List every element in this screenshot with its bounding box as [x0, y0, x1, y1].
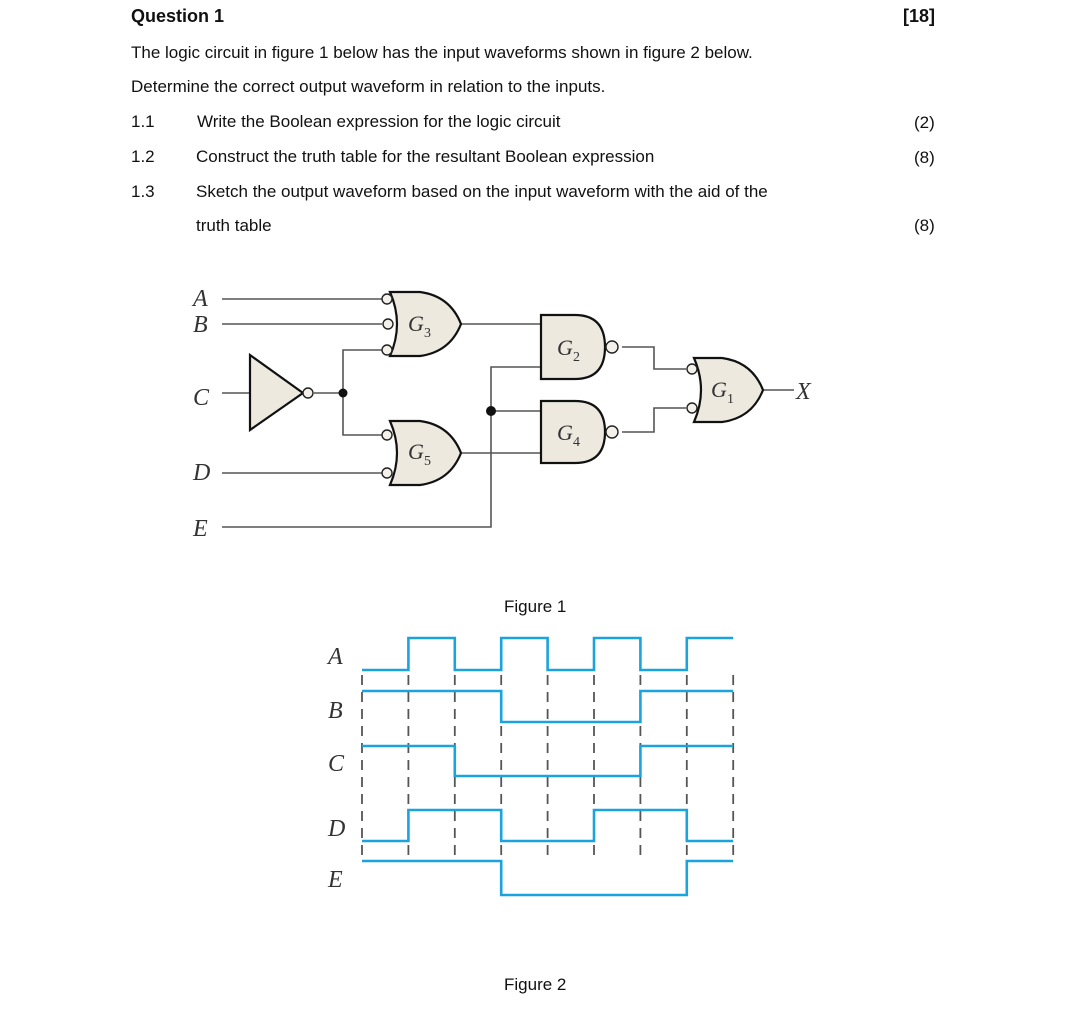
waveform-e — [362, 859, 734, 897]
gate-g1-subscript: 1 — [727, 392, 734, 407]
junction-dot — [486, 406, 496, 416]
input-label-e: E — [192, 516, 208, 542]
input-label-d: D — [192, 460, 210, 486]
waveform-label-b: B — [328, 698, 343, 724]
output-label-x: X — [795, 379, 812, 405]
junction-dot — [338, 388, 348, 398]
input-label-b: B — [193, 312, 208, 338]
gate-g3-subscript: 3 — [424, 326, 431, 341]
logic-circuit-diagram: A B C D E G 3 G 5 G 2 G 4 G 1 X ABCDE — [191, 286, 812, 897]
inversion-bubble — [381, 344, 393, 356]
gate-g2-subscript: 2 — [573, 350, 580, 365]
gate-g4: G 4 — [539, 399, 619, 465]
inversion-bubble — [381, 467, 393, 479]
gate-g2: G 2 — [539, 313, 619, 381]
inversion-bubble — [605, 340, 619, 354]
waveform-label-d: D — [327, 816, 345, 842]
inversion-bubble — [686, 402, 698, 414]
wire-g2-out — [622, 346, 686, 370]
gate-g5-label: G — [408, 439, 424, 464]
gate-g1-label: G — [711, 377, 727, 402]
inversion-bubble — [382, 318, 394, 330]
wire-g4-out — [622, 407, 686, 433]
gate-g4-label: G — [557, 420, 573, 445]
input-label-a: A — [191, 286, 208, 312]
waveform-a — [362, 636, 734, 672]
gate-g1: G 1 — [686, 356, 765, 424]
inversion-bubble — [302, 387, 314, 399]
waveform-label-e: E — [327, 867, 343, 893]
gate-g2-label: G — [557, 335, 573, 360]
not-gate — [248, 352, 314, 433]
inversion-bubble — [686, 363, 698, 375]
gate-g5: G 5 — [381, 419, 463, 487]
gate-g3-label: G — [408, 311, 424, 336]
waveform-label-c: C — [328, 751, 345, 777]
gate-g3: G 3 — [381, 290, 463, 358]
inversion-bubble — [381, 429, 393, 441]
inversion-bubble — [381, 293, 393, 305]
figure-1-caption: Figure 1 — [504, 597, 567, 616]
wire-c-not-branch — [342, 349, 382, 436]
gate-g4-subscript: 4 — [573, 435, 580, 450]
input-label-c: C — [193, 385, 210, 411]
gate-g5-subscript: 5 — [424, 454, 431, 469]
timing-grid — [361, 675, 735, 862]
waveform-label-a: A — [326, 644, 343, 670]
waveform-labels: A B C DE — [326, 644, 345, 893]
inversion-bubble — [605, 425, 619, 439]
figure-2-caption: Figure 2 — [504, 975, 567, 994]
